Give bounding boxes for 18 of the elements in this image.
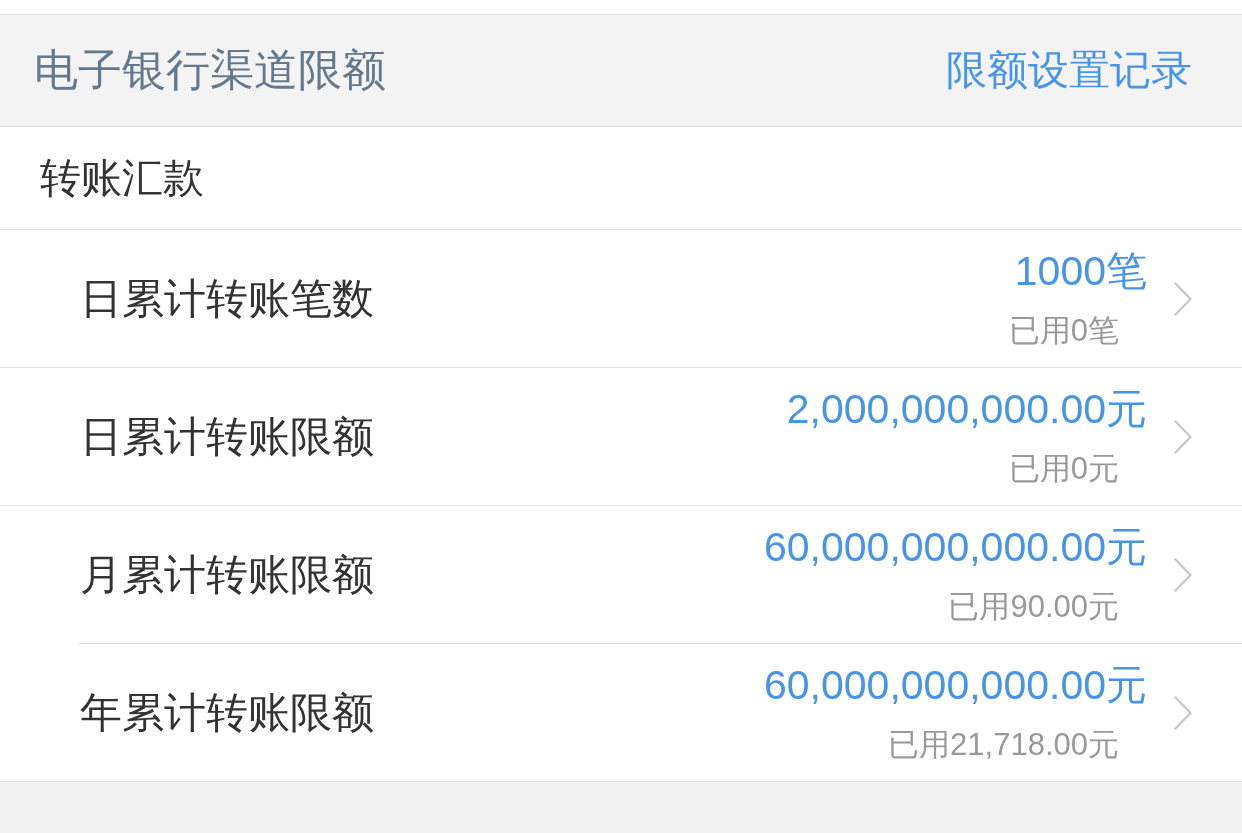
chevron-right-icon [1174,695,1192,730]
chevron-right-icon [1174,281,1192,316]
limit-value: 2,000,000,000.00元 [786,385,1147,434]
used-amount: 已用0元 [1008,450,1119,488]
limit-label: 月累计转账限额 [80,549,374,600]
section-title: 电子银行渠道限额 [34,44,386,96]
limit-label: 日累计转账笔数 [80,273,374,324]
limit-label: 年累计转账限额 [80,687,374,738]
chevron-right-icon [1174,419,1192,454]
used-amount: 已用0笔 [1008,312,1119,350]
limit-value: 60,000,000,000.00元 [764,523,1147,572]
limit-value: 1000笔 [1014,247,1147,296]
chevron-right-icon [1174,557,1192,592]
used-amount: 已用90.00元 [948,588,1119,626]
limit-value: 60,000,000,000.00元 [764,661,1147,710]
group-title: 转账汇款 [40,153,204,203]
used-amount: 已用21,718.00元 [888,726,1119,764]
limit-label: 日累计转账限额 [80,411,374,462]
